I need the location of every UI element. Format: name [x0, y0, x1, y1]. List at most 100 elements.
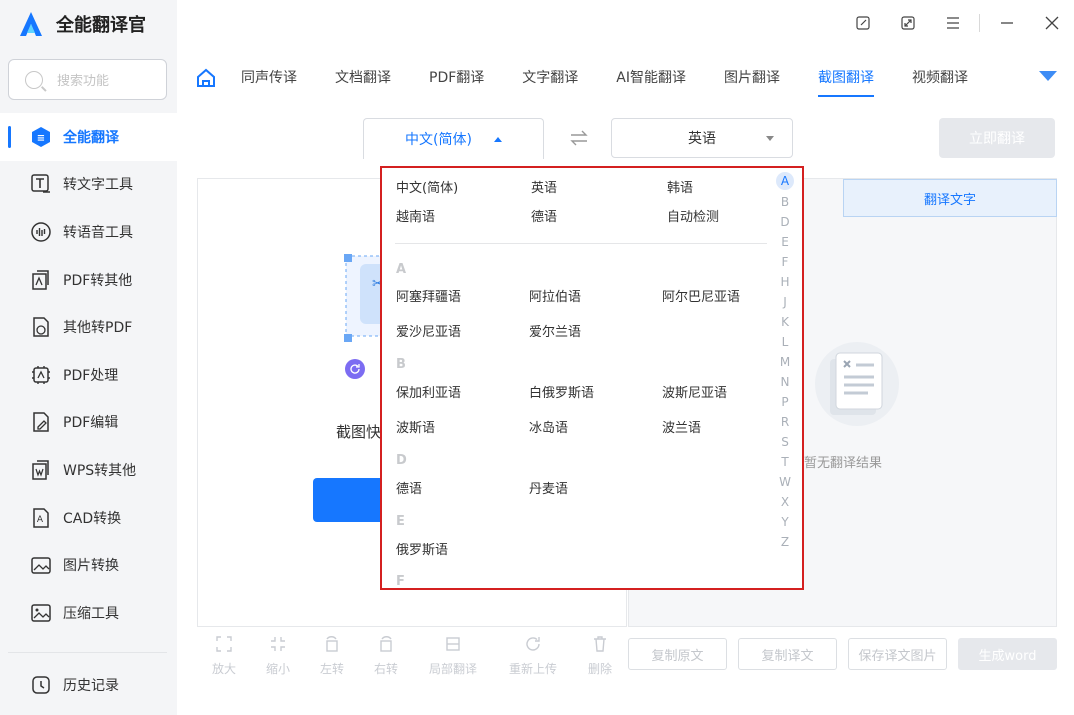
rotate-left-button[interactable]: 左转: [305, 635, 359, 677]
menu-button[interactable]: [930, 0, 975, 46]
pdf-convert-icon: [30, 269, 52, 291]
search-placeholder: 搜索功能: [57, 74, 110, 89]
tab-pdf[interactable]: PDF翻译: [429, 57, 484, 99]
sidebar-item-wps-convert[interactable]: WPS转其他: [0, 446, 177, 494]
delete-button[interactable]: 删除: [573, 635, 627, 677]
sidebar-item-all-translate[interactable]: ≡ 全能翻译: [0, 113, 177, 161]
sidebar-item-pdf-convert[interactable]: PDF转其他: [0, 256, 177, 304]
language-option[interactable]: 丹麦语: [529, 478, 568, 497]
swap-languages-icon[interactable]: [569, 130, 589, 146]
alphabet-index-letter[interactable]: X: [776, 492, 794, 512]
sidebar-item-image-convert[interactable]: 图片转换: [0, 541, 177, 589]
sidebar-item-text-tool[interactable]: 转文字工具: [0, 161, 177, 209]
language-option[interactable]: 阿拉伯语: [529, 286, 581, 305]
alphabet-index-letter[interactable]: E: [776, 232, 794, 252]
language-option[interactable]: 冰岛语: [529, 417, 568, 436]
caret-down-icon: [766, 136, 774, 141]
copy-translation-button[interactable]: 复制译文: [738, 638, 837, 670]
alphabet-index-letter[interactable]: K: [776, 312, 794, 332]
language-option[interactable]: 爱尔兰语: [529, 321, 581, 340]
sidebar: 全能翻译官 搜索功能 ≡ 全能翻译 转文字工具 转语音工具 PDF转其他 其他转…: [0, 0, 177, 715]
zoom-in-button[interactable]: 放大: [197, 635, 251, 677]
language-option[interactable]: 自动检测: [667, 206, 719, 225]
tool-label: 缩小: [265, 662, 290, 676]
tab-video[interactable]: 视频翻译: [912, 57, 968, 99]
sidebar-item-to-pdf[interactable]: 其他转PDF: [0, 303, 177, 351]
alphabet-index-letter[interactable]: P: [776, 392, 794, 412]
cad-icon: A: [30, 507, 52, 529]
tool-label: 局部翻译: [428, 662, 477, 676]
sidebar-item-history[interactable]: 历史记录: [0, 661, 177, 709]
alphabet-index-letter[interactable]: S: [776, 432, 794, 452]
tab-text[interactable]: 文字翻译: [522, 57, 578, 99]
sidebar-item-label: 转文字工具: [63, 177, 133, 194]
tool-label: 左转: [319, 662, 344, 676]
alphabet-index-letter[interactable]: F: [776, 252, 794, 272]
translated-text-tab[interactable]: 翻译文字: [843, 179, 1057, 217]
sidebar-item-label: 图片转换: [63, 558, 119, 575]
rotate-right-button[interactable]: 右转: [359, 635, 413, 677]
translate-now-button[interactable]: 立即翻译: [939, 118, 1055, 158]
language-option[interactable]: 德语: [531, 206, 557, 225]
sidebar-item-voice-tool[interactable]: 转语音工具: [0, 208, 177, 256]
alphabet-index-letter[interactable]: T: [776, 452, 794, 472]
alphabet-index-letter[interactable]: A: [776, 172, 794, 190]
minimize-button[interactable]: [984, 0, 1029, 46]
home-icon[interactable]: [195, 67, 217, 89]
language-option[interactable]: 越南语: [396, 206, 435, 225]
alphabet-index-letter[interactable]: Y: [776, 512, 794, 532]
language-option[interactable]: 波兰语: [662, 417, 701, 436]
partial-translate-button[interactable]: 局部翻译: [413, 635, 493, 677]
tab-screenshot[interactable]: 截图翻译: [818, 57, 874, 99]
generate-word-button[interactable]: 生成word: [958, 638, 1057, 670]
alphabet-index-letter[interactable]: H: [776, 272, 794, 292]
language-option[interactable]: 中文(简体): [396, 177, 458, 196]
feedback-button[interactable]: [840, 0, 885, 46]
feature-tabs: 同声传译 文档翻译 PDF翻译 文字翻译 AI智能翻译 图片翻译 截图翻译 视频…: [177, 57, 1074, 99]
translate-icon: ≡: [30, 126, 52, 148]
sidebar-item-cad[interactable]: A CAD转换: [0, 494, 177, 542]
language-option[interactable]: 白俄罗斯语: [529, 382, 594, 401]
tab-image[interactable]: 图片翻译: [724, 57, 780, 99]
tab-ai[interactable]: AI智能翻译: [616, 57, 686, 99]
tab-simultaneous[interactable]: 同声传译: [241, 57, 297, 99]
reupload-button[interactable]: 重新上传: [493, 635, 573, 677]
alphabet-index-letter[interactable]: R: [776, 412, 794, 432]
language-option[interactable]: 英语: [531, 177, 557, 196]
sidebar-item-pdf-process[interactable]: PDF处理: [0, 351, 177, 399]
group-letter: D: [396, 453, 407, 468]
search-icon: [25, 70, 43, 89]
target-language-select[interactable]: 英语: [611, 118, 793, 158]
language-option[interactable]: 爱沙尼亚语: [396, 321, 461, 340]
mini-mode-button[interactable]: [885, 0, 930, 46]
close-button[interactable]: [1029, 0, 1074, 46]
sidebar-item-compress[interactable]: 压缩工具: [0, 589, 177, 637]
alphabet-index-letter[interactable]: J: [776, 292, 794, 312]
language-option[interactable]: 俄罗斯语: [396, 539, 448, 558]
sidebar-item-label: WPS转其他: [63, 462, 137, 479]
pdf-process-icon: [30, 364, 52, 386]
alphabet-index-letter[interactable]: L: [776, 332, 794, 352]
save-translation-image-button[interactable]: 保存译文图片: [848, 638, 947, 670]
language-option[interactable]: 波斯语: [396, 417, 435, 436]
sidebar-item-label: PDF编辑: [63, 415, 119, 432]
search-input[interactable]: 搜索功能: [8, 59, 167, 100]
language-option[interactable]: 波斯尼亚语: [662, 382, 727, 401]
language-option[interactable]: 阿塞拜疆语: [396, 286, 461, 305]
sidebar-item-pdf-edit[interactable]: PDF编辑: [0, 399, 177, 447]
alphabet-index-letter[interactable]: D: [776, 212, 794, 232]
language-option[interactable]: 韩语: [667, 177, 693, 196]
more-tabs-chevron-icon[interactable]: [1038, 70, 1058, 82]
alphabet-index-letter[interactable]: B: [776, 192, 794, 212]
language-option[interactable]: 保加利亚语: [396, 382, 461, 401]
alphabet-index-letter[interactable]: W: [776, 472, 794, 492]
language-option[interactable]: 阿尔巴尼亚语: [662, 286, 740, 305]
tab-document[interactable]: 文档翻译: [335, 57, 391, 99]
alphabet-index-letter[interactable]: M: [776, 352, 794, 372]
alphabet-index-letter[interactable]: N: [776, 372, 794, 392]
source-language-select[interactable]: 中文(简体): [363, 118, 544, 159]
language-option[interactable]: 德语: [396, 478, 422, 497]
alphabet-index-letter[interactable]: Z: [776, 532, 794, 552]
copy-source-button[interactable]: 复制原文: [628, 638, 727, 670]
zoom-out-button[interactable]: 缩小: [251, 635, 305, 677]
